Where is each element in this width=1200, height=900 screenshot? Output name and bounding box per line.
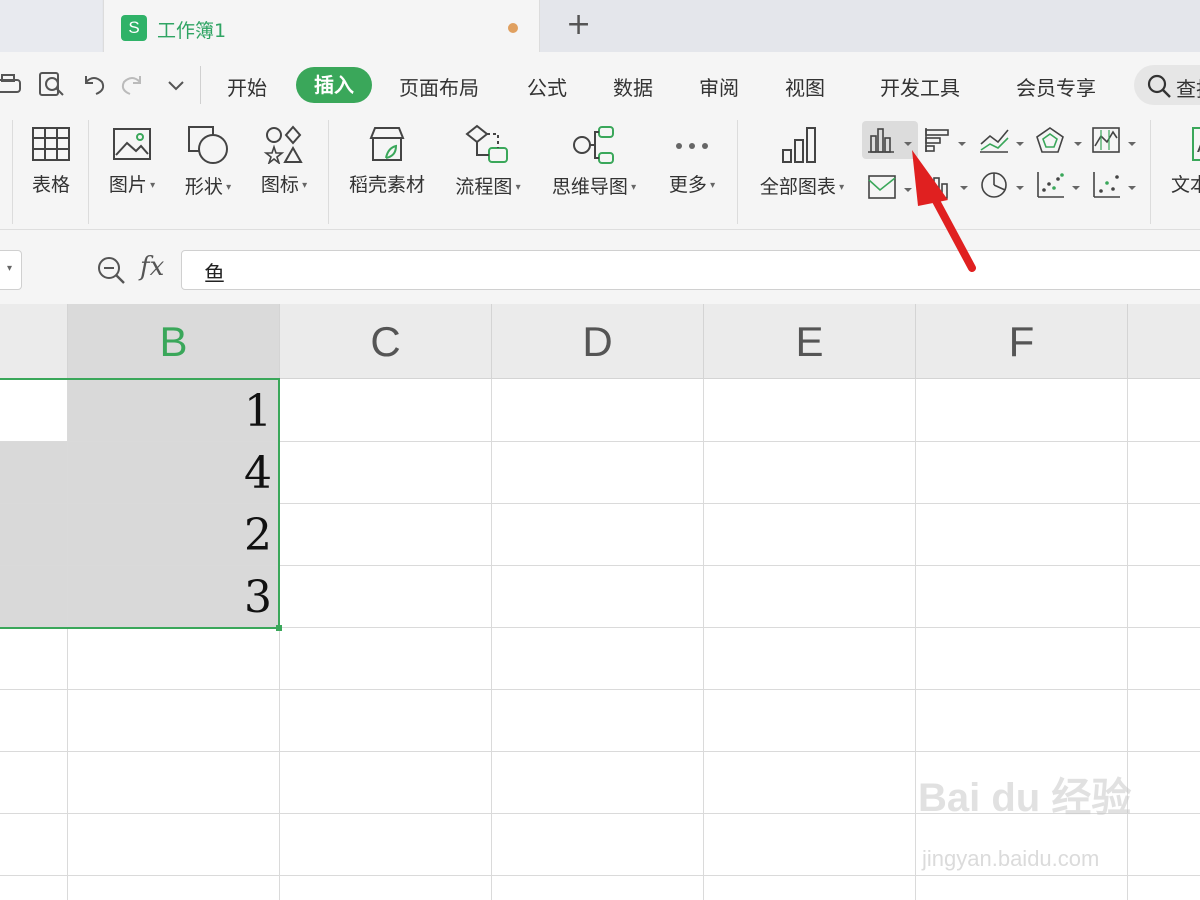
column-chart-icon	[868, 128, 912, 153]
menu-developer[interactable]: 开发工具	[880, 72, 960, 101]
column-header-d[interactable]: D	[492, 304, 704, 379]
menu-home[interactable]: 开始	[227, 72, 267, 101]
textbox-button[interactable]: A 文本	[1160, 124, 1200, 197]
search-label: 查找	[1176, 77, 1200, 101]
store-icon	[369, 127, 405, 161]
column-header-e[interactable]: E	[704, 304, 916, 379]
search-box[interactable]: 查找	[1134, 65, 1200, 105]
pie-chart-icon[interactable]	[978, 170, 1028, 200]
column-header-f[interactable]: F	[916, 304, 1128, 379]
picture-icon	[113, 128, 151, 160]
grid-line	[0, 751, 1200, 752]
textbox-label: 文本	[1170, 174, 1200, 196]
column-header-a[interactable]	[0, 304, 68, 379]
stock-chart-icon[interactable]	[1090, 126, 1140, 154]
icon-library-button[interactable]: 图标 ▾	[254, 124, 314, 197]
menu-insert[interactable]: 插入	[296, 67, 372, 103]
grid-line	[0, 875, 1200, 876]
icons-icon	[263, 125, 303, 164]
mindmap-button[interactable]: 思维导图 ▾	[544, 124, 644, 199]
radar-chart-icon[interactable]	[1034, 126, 1084, 154]
print-icon[interactable]	[0, 72, 30, 98]
customize-chevron-icon[interactable]	[166, 78, 186, 94]
fill-handle[interactable]	[276, 625, 282, 631]
table-label: 表格	[31, 174, 70, 196]
ribbon-divider	[12, 120, 13, 224]
shape-button[interactable]: 形状 ▾	[178, 124, 238, 199]
picture-label: 图片 ▾	[108, 174, 156, 196]
column-header-c[interactable]: C	[280, 304, 492, 379]
menu-view[interactable]: 视图	[785, 72, 825, 101]
formula-input[interactable]: 鱼	[181, 250, 1200, 290]
ribbon-divider	[737, 120, 738, 224]
mindmap-icon	[573, 126, 614, 164]
spreadsheet-icon: S	[121, 15, 147, 41]
picture-button[interactable]: 图片 ▾	[102, 124, 162, 197]
unsaved-dot-icon	[508, 23, 518, 33]
grid-line	[915, 379, 916, 900]
column-header-g[interactable]	[1128, 304, 1200, 379]
ribbon-divider	[88, 120, 89, 224]
flowchart-icon	[465, 124, 508, 163]
menu-member[interactable]: 会员专享	[1016, 72, 1096, 101]
menu-data[interactable]: 数据	[613, 72, 653, 101]
textbox-icon: A	[1192, 127, 1200, 161]
area-chart-icon[interactable]	[866, 172, 916, 200]
grid-line	[491, 379, 492, 900]
menu-review[interactable]: 审阅	[699, 72, 739, 101]
grid-line	[0, 689, 1200, 690]
bubble-chart-icon[interactable]	[1090, 170, 1140, 200]
more-icon	[676, 143, 708, 149]
bar-chart-horizontal-icon[interactable]	[922, 126, 970, 154]
tab-bar: S 工作簿1 +	[0, 0, 1200, 52]
search-icon	[1147, 74, 1171, 98]
zoom-icon[interactable]	[96, 255, 128, 287]
baidu-url: jingyan.baidu.com	[922, 846, 1100, 871]
table-icon	[32, 127, 70, 161]
document-tab[interactable]: S 工作簿1	[103, 0, 540, 52]
mindmap-label: 思维导图 ▾	[551, 176, 637, 198]
ribbon-divider	[1150, 120, 1151, 224]
line-chart-icon[interactable]	[978, 126, 1028, 154]
tab-bar-blank	[0, 0, 102, 52]
combo-chart-icon[interactable]	[924, 170, 972, 200]
all-charts-label: 全部图表 ▾	[759, 176, 845, 198]
chevron-down-icon: ▾	[7, 263, 13, 274]
bar-chart-icon	[782, 127, 816, 163]
undo-icon[interactable]	[80, 72, 108, 98]
docer-material-label: 稻壳素材	[348, 174, 425, 196]
all-charts-button[interactable]: 全部图表 ▾	[752, 124, 852, 199]
function-button[interactable]: fx	[140, 252, 164, 282]
shape-label: 形状 ▾	[184, 176, 232, 198]
grid-line	[703, 379, 704, 900]
scatter-chart-icon[interactable]	[1034, 170, 1084, 200]
formula-value: 鱼	[204, 262, 225, 286]
more-button[interactable]: 更多 ▾	[662, 124, 722, 197]
docer-material-button[interactable]: 稻壳素材	[342, 124, 432, 197]
menu-page-layout[interactable]: 页面布局	[399, 72, 479, 101]
icon-library-label: 图标 ▾	[260, 174, 308, 196]
redo-icon[interactable]	[118, 72, 146, 98]
shape-icon	[188, 126, 228, 164]
column-header-b[interactable]: B	[68, 304, 280, 379]
new-tab-button[interactable]: +	[566, 10, 591, 40]
more-label: 更多 ▾	[668, 174, 716, 196]
tab-title: 工作簿1	[157, 20, 227, 42]
print-preview-icon[interactable]	[38, 70, 68, 100]
flowchart-label: 流程图 ▾	[455, 176, 521, 198]
flowchart-button[interactable]: 流程图 ▾	[448, 124, 528, 199]
selection-border	[0, 378, 280, 629]
menu-formulas[interactable]: 公式	[527, 72, 567, 101]
menu-divider	[200, 66, 201, 104]
baidu-watermark: Bai du 经验	[918, 776, 1132, 820]
ribbon-divider	[328, 120, 329, 224]
table-button[interactable]: 表格	[26, 124, 76, 197]
name-box-dropdown[interactable]: ▾	[0, 250, 22, 290]
